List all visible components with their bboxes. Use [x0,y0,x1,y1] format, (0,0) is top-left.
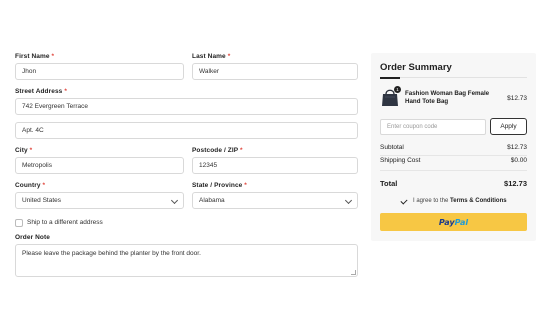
last-name-input[interactable]: Walker [192,63,358,80]
shipping-label: Shipping Cost [380,157,421,164]
postcode-value: 12345 [199,162,218,169]
first-name-value: Jhon [22,68,37,75]
divider [380,170,527,171]
postcode-input[interactable]: 12345 [192,157,358,174]
state-select[interactable]: Alabama [192,192,358,209]
chevron-down-icon [344,196,353,205]
required-mark: * [42,182,46,189]
required-mark: * [227,53,231,60]
divider [380,155,527,156]
terms-link[interactable]: Terms & Conditions [450,198,507,204]
quantity-badge: 1 [394,86,401,93]
terms-prefix: I agree to the [413,198,449,204]
paypal-button[interactable]: Pay Pal [380,213,527,231]
divider [380,77,527,78]
city-value: Metropolis [22,162,52,169]
title-underline [380,77,400,79]
state-label: State / Province * [192,182,247,189]
street-address-input[interactable]: 742 Evergreen Terrace [15,98,358,115]
coupon-placeholder: Enter coupon code [387,124,438,130]
city-label: City * [15,147,33,154]
street-address-line2-value: Apt. 4C [22,127,44,134]
checkmark-icon[interactable] [400,197,408,205]
first-name-input[interactable]: Jhon [15,63,184,80]
street-address-line2-input[interactable]: Apt. 4C [15,122,358,139]
total-label: Total [380,179,398,188]
state-value: Alabama [199,197,225,204]
subtotal-value: $12.73 [507,144,527,151]
last-name-value: Walker [199,68,219,75]
product-name: Fashion Woman Bag Female Hand Tote Bag [405,90,490,106]
street-address-value: 742 Evergreen Terrace [22,103,89,110]
ship-different-label: Ship to a different address [27,219,103,226]
postcode-label: Postcode / ZIP * [192,147,243,154]
required-mark: * [244,182,247,189]
order-note-textarea[interactable]: Please leave the package behind the plan… [15,244,358,277]
paypal-logo-part2: Pal [454,217,469,227]
ship-different-checkbox[interactable] [15,219,23,227]
shipping-value: $0.00 [510,157,527,164]
chevron-down-icon [170,196,179,205]
street-address-label: Street Address * [15,88,67,95]
first-name-label: First Name * [15,53,55,60]
required-mark: * [51,53,55,60]
country-select[interactable]: United States [15,192,184,209]
required-mark: * [64,88,67,95]
paypal-logo-part1: Pay [438,217,455,227]
city-input[interactable]: Metropolis [15,157,184,174]
last-name-label: Last Name * [192,53,231,60]
country-value: United States [22,197,62,204]
required-mark: * [239,147,243,154]
apply-coupon-button[interactable]: Apply [490,118,527,135]
total-value: $12.73 [504,179,527,188]
order-note-label: Order Note [15,234,50,241]
order-note-value: Please leave the package behind the plan… [22,250,201,257]
order-summary-title: Order Summary [380,62,452,73]
coupon-input[interactable]: Enter coupon code [380,119,486,135]
order-summary-panel: Order Summary 1 Fashion Woman Bag Female… [371,53,536,241]
country-label: Country * [15,182,46,189]
product-price: $12.73 [507,95,527,102]
terms-agreement: I agree to the Terms & Conditions [413,198,507,204]
resize-handle-icon[interactable] [351,270,356,275]
required-mark: * [29,147,33,154]
subtotal-label: Subtotal [380,144,404,151]
